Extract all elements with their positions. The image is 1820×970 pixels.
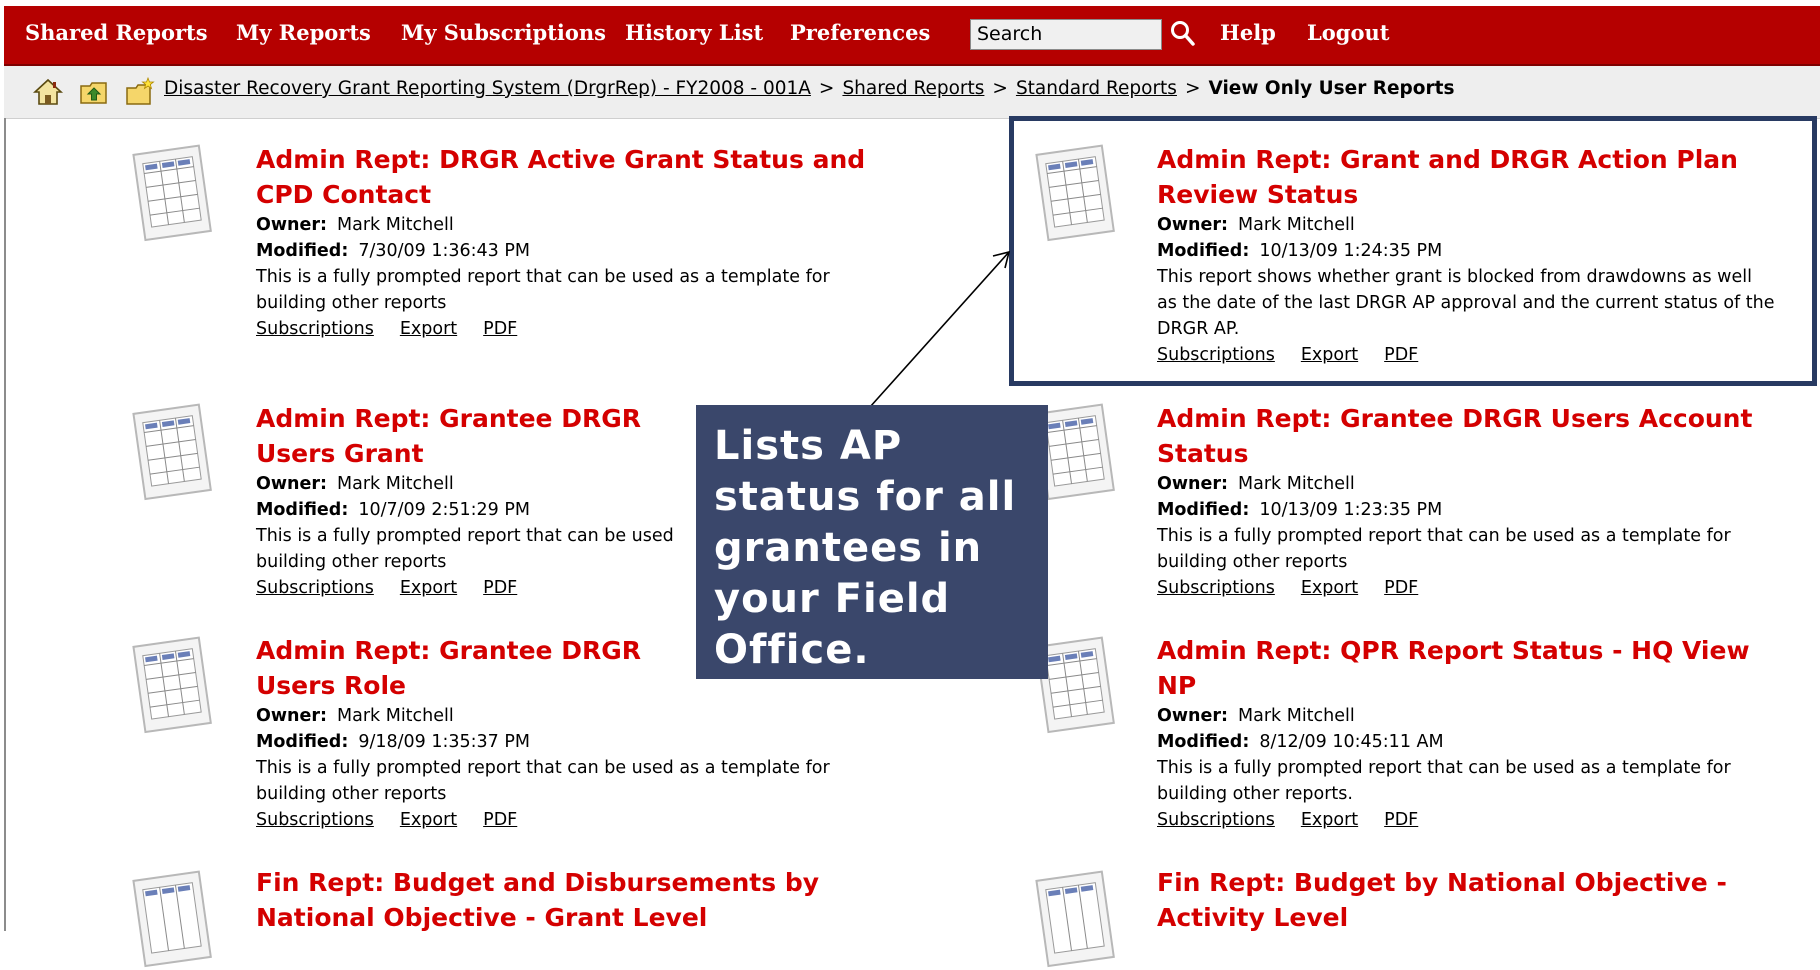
callout-annotation: Lists AP status for all grantees in your…	[696, 405, 1048, 679]
